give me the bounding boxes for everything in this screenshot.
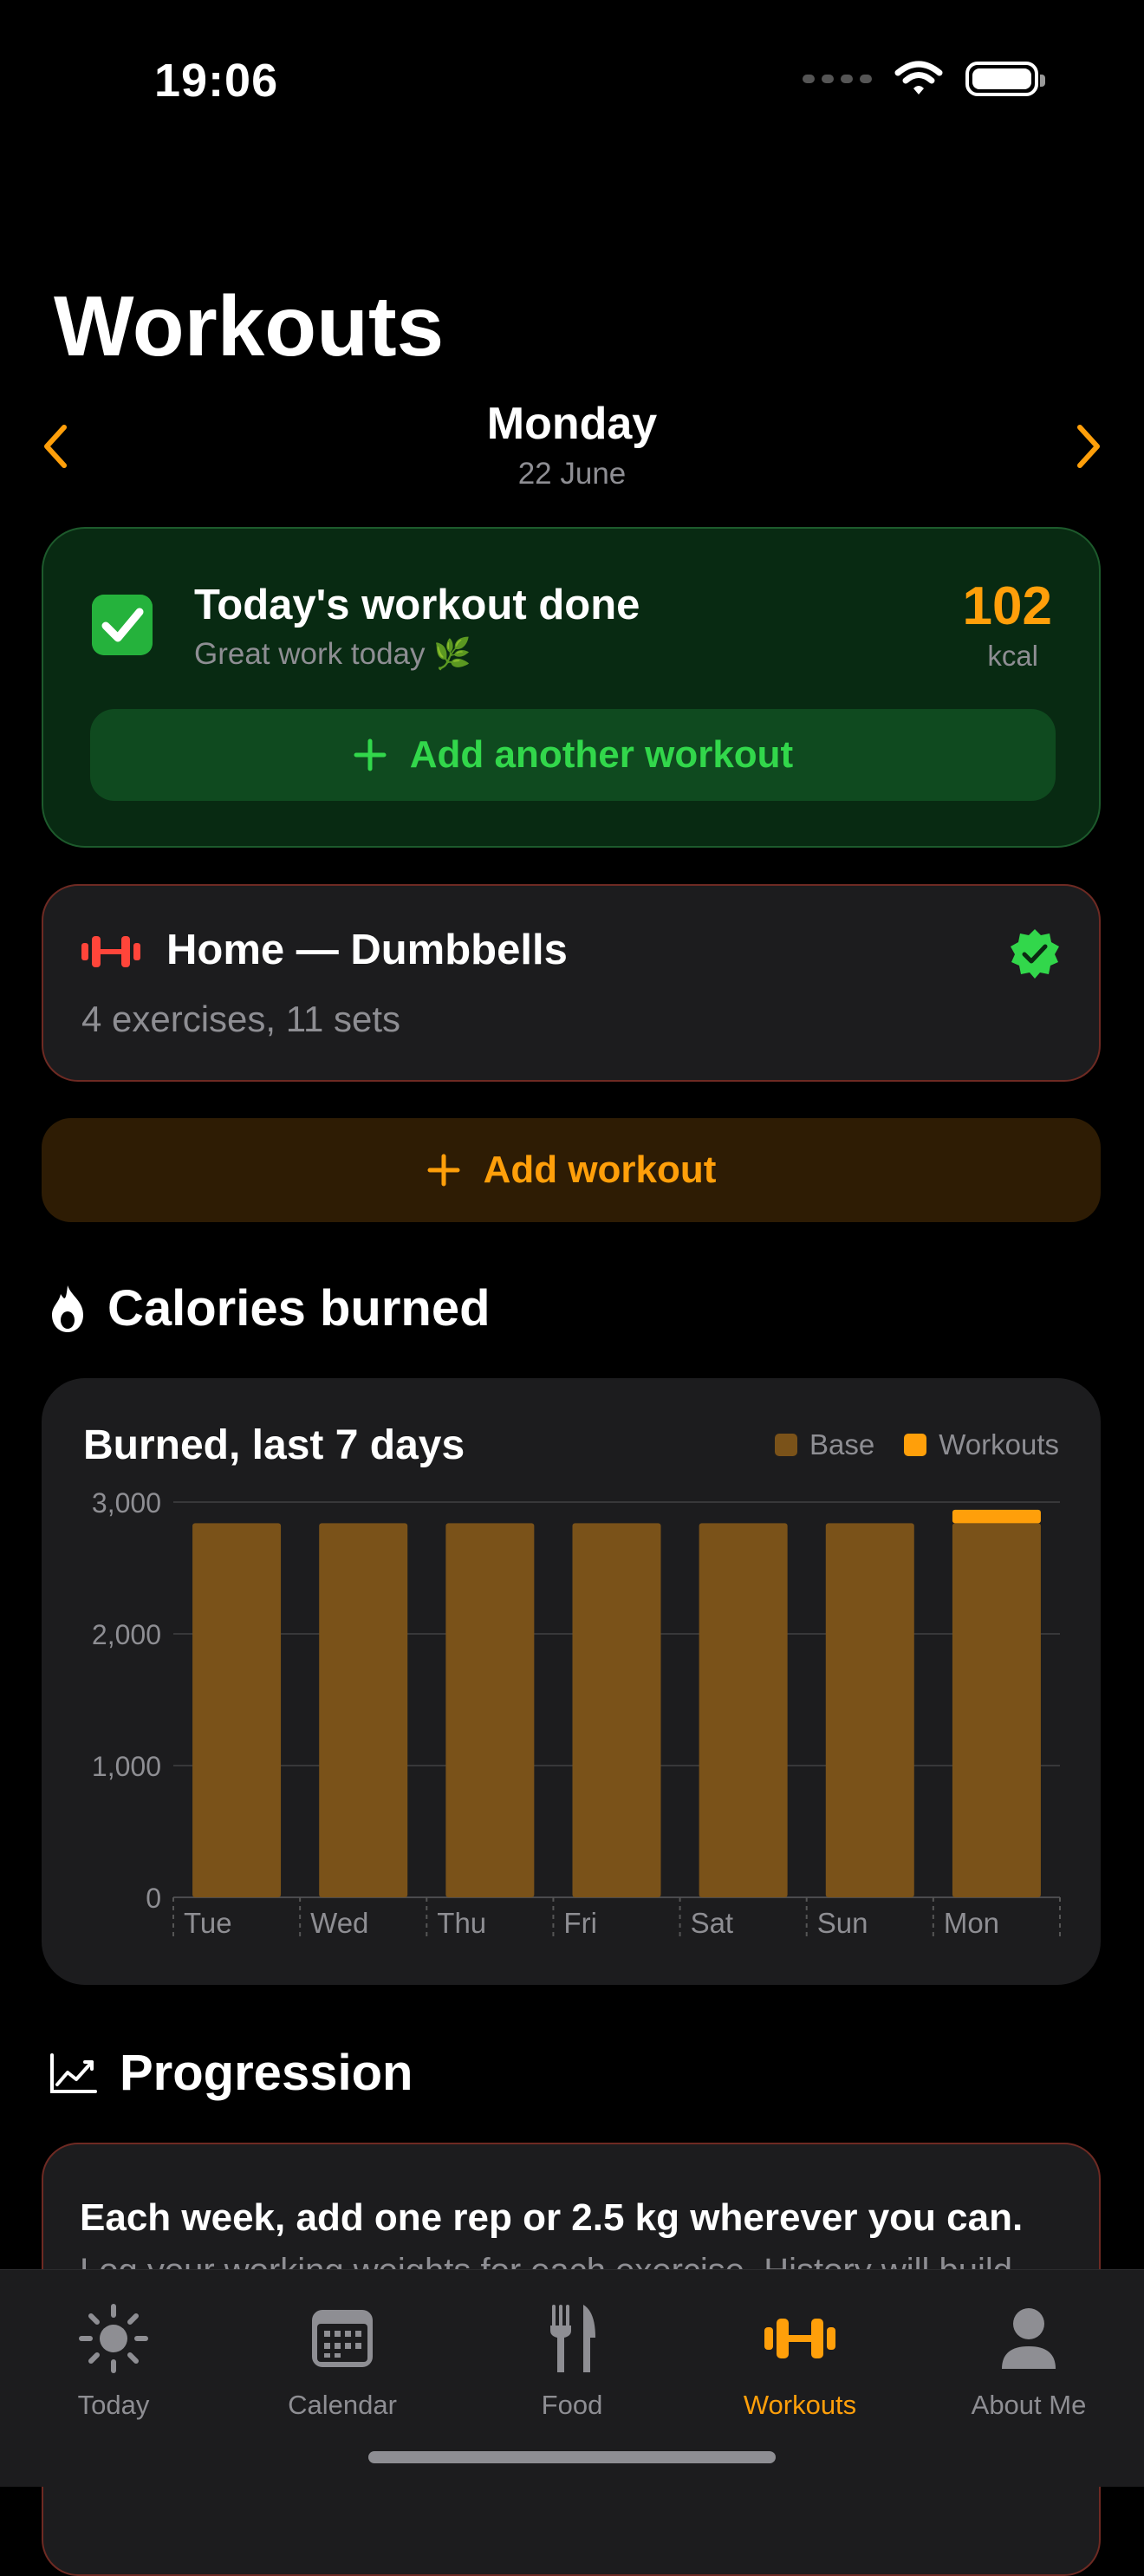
progression-tip-title: Each week, add one rep or 2.5 kg whereve… [80, 2196, 1024, 2239]
plus-icon [354, 738, 387, 771]
tab-label: Calendar [288, 2390, 397, 2420]
plus-icon [427, 1154, 460, 1187]
calendar-icon [312, 2310, 373, 2367]
workout-summary: 4 exercises, 11 sets [81, 999, 401, 1039]
y-tick-label: 0 [146, 1883, 161, 1914]
date-label: 22 June [517, 457, 627, 491]
x-tick-label: Mon [944, 1907, 999, 1939]
wifi-icon [894, 61, 943, 94]
tab-label: Workouts [743, 2390, 857, 2420]
status-time: 19:06 [154, 55, 279, 107]
checkmark-icon [92, 595, 153, 655]
x-tick-label: Wed [310, 1907, 368, 1939]
date-navigator: Monday 22 June [0, 394, 1144, 498]
x-tick-label: Fri [563, 1907, 596, 1939]
home-indicator [368, 2451, 776, 2463]
workout-done-card: Today's workout done Great work today 🌿 … [42, 527, 1101, 848]
kcal-unit: kcal [987, 640, 1038, 672]
tab-label: About Me [971, 2390, 1087, 2420]
tab-about-me[interactable]: About Me [916, 2287, 1141, 2426]
add-workout-button[interactable]: Add workout [42, 1118, 1101, 1222]
kcal-value: 102 [962, 576, 1052, 636]
date-weekday: Monday [486, 399, 658, 449]
calories-bar-chart: 0 1,000 2,000 3,000 Tue Wed Thu Fri Sat Sun Mon [92, 1487, 1061, 1941]
progression-title-label: Progression [120, 2045, 413, 2101]
bar-base-thu [445, 1523, 535, 1897]
dumbbell-icon [81, 936, 140, 967]
bar-workouts-mon [952, 1509, 1041, 1524]
x-tick-label: Sat [691, 1907, 734, 1939]
bar-base-fri [572, 1523, 661, 1897]
tab-label: Food [541, 2390, 603, 2420]
cellular-signal-icon [803, 75, 872, 83]
bar-base-wed [319, 1523, 408, 1897]
fork-knife-icon [550, 2305, 595, 2372]
tab-workouts[interactable]: Workouts [687, 2287, 913, 2426]
workout-card[interactable]: Home — Dumbbells 4 exercises, 11 sets [42, 884, 1101, 1082]
progression-section-title: Progression [49, 2044, 413, 2102]
y-tick-label: 2,000 [92, 1619, 161, 1650]
add-workout-label: Add workout [483, 1148, 717, 1191]
x-tick-label: Thu [437, 1907, 486, 1939]
bar-base-sat [699, 1523, 788, 1897]
page-title: Workouts [54, 278, 445, 374]
person-icon [1002, 2308, 1056, 2369]
y-tick-label: 3,000 [92, 1487, 161, 1519]
tab-calendar[interactable]: Calendar [230, 2287, 455, 2426]
status-indicators [803, 61, 1045, 97]
battery-icon [965, 62, 1045, 96]
flame-icon [52, 1285, 83, 1332]
y-tick-label: 1,000 [92, 1751, 161, 1782]
dumbbell-icon [764, 2319, 835, 2358]
calories-title-label: Calories burned [107, 1280, 491, 1337]
calories-chart-card: Burned, last 7 days Base Workouts 0 1,000… [42, 1378, 1101, 1985]
bar-base-sun [825, 1523, 914, 1897]
done-title: Today's workout done [194, 582, 640, 628]
tab-label: Today [77, 2390, 150, 2420]
next-day-button[interactable] [1069, 420, 1108, 472]
add-another-label: Add another workout [409, 733, 794, 776]
checkmark-seal-icon [1011, 929, 1059, 979]
tab-today[interactable]: Today [1, 2287, 226, 2426]
add-another-workout-button[interactable]: Add another workout [90, 709, 1056, 801]
bar-base-mon [952, 1523, 1041, 1897]
workout-title: Home — Dumbbells [166, 927, 568, 973]
sun-icon [79, 2304, 148, 2373]
chart-line-icon [50, 2052, 97, 2093]
tab-food[interactable]: Food [459, 2287, 685, 2426]
calories-section-title: Calories burned [49, 1279, 491, 1337]
done-subtitle: Great work today 🌿 [194, 637, 471, 671]
x-tick-label: Sun [817, 1907, 868, 1939]
bar-base-tue [192, 1523, 282, 1897]
x-tick-label: Tue [184, 1907, 232, 1939]
